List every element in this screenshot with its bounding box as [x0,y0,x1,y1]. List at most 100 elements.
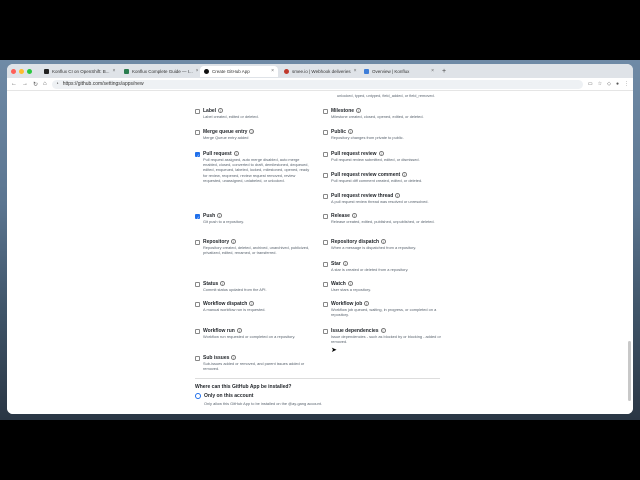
event-description: A star is created or deleted from a repo… [331,267,409,272]
url-text: https://github.com/settings/apps/new [62,81,144,87]
checkbox-checked[interactable] [195,152,200,158]
checkbox[interactable] [195,329,200,334]
vertical-scrollbar[interactable] [628,341,631,401]
info-icon[interactable]: i [380,328,386,334]
info-icon[interactable]: i [364,301,370,307]
info-icon[interactable]: i [233,151,239,157]
checkbox-checked[interactable] [195,214,200,220]
checkbox[interactable] [195,356,200,361]
event-description: Commit status updated from the API. [203,287,267,292]
info-icon[interactable]: i [220,281,226,287]
checkbox[interactable] [195,240,200,245]
checkbox[interactable] [323,173,328,178]
close-window-icon[interactable] [11,68,16,74]
tab-favicon-icon [44,68,49,74]
forward-arrow-icon[interactable]: → [22,81,28,87]
info-icon[interactable]: i [351,213,357,219]
install-scope-question: Where can this GitHub App be installed? [195,384,292,390]
menu-kebab-icon[interactable]: ⋮ [624,81,629,87]
tab-favicon-icon [284,68,289,74]
checkbox[interactable] [323,262,328,267]
info-icon[interactable]: i [231,355,237,361]
checkbox[interactable] [323,302,328,307]
event-description: Merge Queue entry added [203,135,249,140]
event-description: User stars a repository. [331,287,371,292]
info-icon[interactable]: i [217,213,223,219]
browser-toolbar: ← → ↻ ⌂ ◔ https://github.com/settings/ap… [7,78,633,91]
extensions-icon[interactable]: ◇ [607,81,611,87]
tab-label: Create GitHub App [212,68,250,74]
info-icon[interactable]: i [347,281,353,287]
maximize-window-icon[interactable] [27,68,32,74]
event-description: Pull request diff comment created, edite… [331,178,423,183]
event-description: Issue dependencies - such as blocked by … [331,334,441,345]
page-content: unlocked, typed, untyped, field_added, o… [7,91,633,414]
tab-smee[interactable]: smee.io | Webhook deliveries × [280,66,358,77]
tab-label: Overview | Konflux [372,68,410,74]
close-tab-icon[interactable]: × [113,68,116,74]
checkbox[interactable] [195,109,200,114]
address-bar[interactable]: ◔ https://github.com/settings/apps/new [51,79,583,89]
info-icon[interactable]: i [348,129,354,135]
info-icon[interactable]: i [378,151,384,157]
close-tab-icon[interactable]: × [431,68,434,74]
back-arrow-icon[interactable]: ← [11,81,17,87]
install-icon[interactable]: ▭ [588,81,593,87]
close-tab-icon[interactable]: × [271,68,274,74]
event-description: Repository created, deleted, archived, u… [203,245,310,256]
tab-label: Konflux CI on OpenShift: B... [52,68,110,74]
tab-konflux-openshift[interactable]: Konflux CI on OpenShift: B... × [40,66,118,77]
radio-option-label[interactable]: Only on this account [204,393,253,399]
info-icon[interactable]: i [381,239,387,245]
checkbox[interactable] [323,194,328,199]
info-icon[interactable]: i [395,193,401,199]
previous-event-description: unlocked, typed, untyped, field_added, o… [337,93,435,98]
event-description: When a message is dispatched from a repo… [331,245,417,250]
window-controls[interactable] [11,68,32,74]
checkbox[interactable] [195,282,200,287]
info-icon[interactable]: i [236,328,242,334]
radio-only-this-account[interactable] [195,393,201,399]
event-description: Sub-issues added or removed, and parent … [203,361,305,372]
event-description: A pull request review thread was resolve… [331,199,429,204]
profile-icon[interactable]: ● [616,81,619,87]
checkbox[interactable] [323,130,328,135]
minimize-window-icon[interactable] [19,68,24,74]
bookmark-star-icon[interactable]: ☆ [598,81,602,87]
event-description: Workflow job queued, waiting, in progres… [331,307,437,318]
checkbox[interactable] [323,240,328,245]
home-icon[interactable]: ⌂ [43,81,47,87]
close-tab-icon[interactable]: × [354,68,357,74]
radio-option-description: Only allow this GitHub App to be install… [204,401,322,406]
info-icon[interactable]: i [342,261,348,267]
checkbox[interactable] [323,282,328,287]
tab-create-github-app[interactable]: Create GitHub App × [200,65,278,77]
checkbox[interactable] [323,329,328,334]
checkbox[interactable] [323,152,328,157]
tab-konflux-guide[interactable]: Konflux Complete Guide — I... × [120,66,198,77]
event-description: Label created, edited or deleted. [203,114,259,119]
tab-label: smee.io | Webhook deliveries [292,68,351,74]
checkbox[interactable] [323,214,328,219]
site-info-icon[interactable]: ◔ [56,81,59,87]
event-description: Pull request assigned, auto merge disabl… [203,157,310,183]
event-description: Workflow run requested or completed on a… [203,334,296,339]
new-tab-icon[interactable]: + [442,68,446,75]
reload-icon[interactable]: ↻ [33,81,38,88]
event-description: Git push to a repository. [203,219,245,224]
tab-label: Konflux Complete Guide — I... [132,68,193,74]
info-icon[interactable]: i [218,108,224,114]
info-icon[interactable]: i [402,172,408,178]
event-description: Release created, edited, published, unpu… [331,219,435,224]
tab-favicon-icon [124,68,129,74]
checkbox[interactable] [195,130,200,135]
info-icon[interactable]: i [356,108,362,114]
info-icon[interactable]: i [231,239,237,245]
checkbox[interactable] [323,109,328,114]
checkbox[interactable] [195,302,200,307]
section-divider [195,378,440,379]
info-icon[interactable]: i [249,301,255,307]
info-icon[interactable]: i [249,129,255,135]
tab-konflux-overview[interactable]: Overview | Konflux × [360,66,438,77]
close-tab-icon[interactable]: × [196,68,198,74]
